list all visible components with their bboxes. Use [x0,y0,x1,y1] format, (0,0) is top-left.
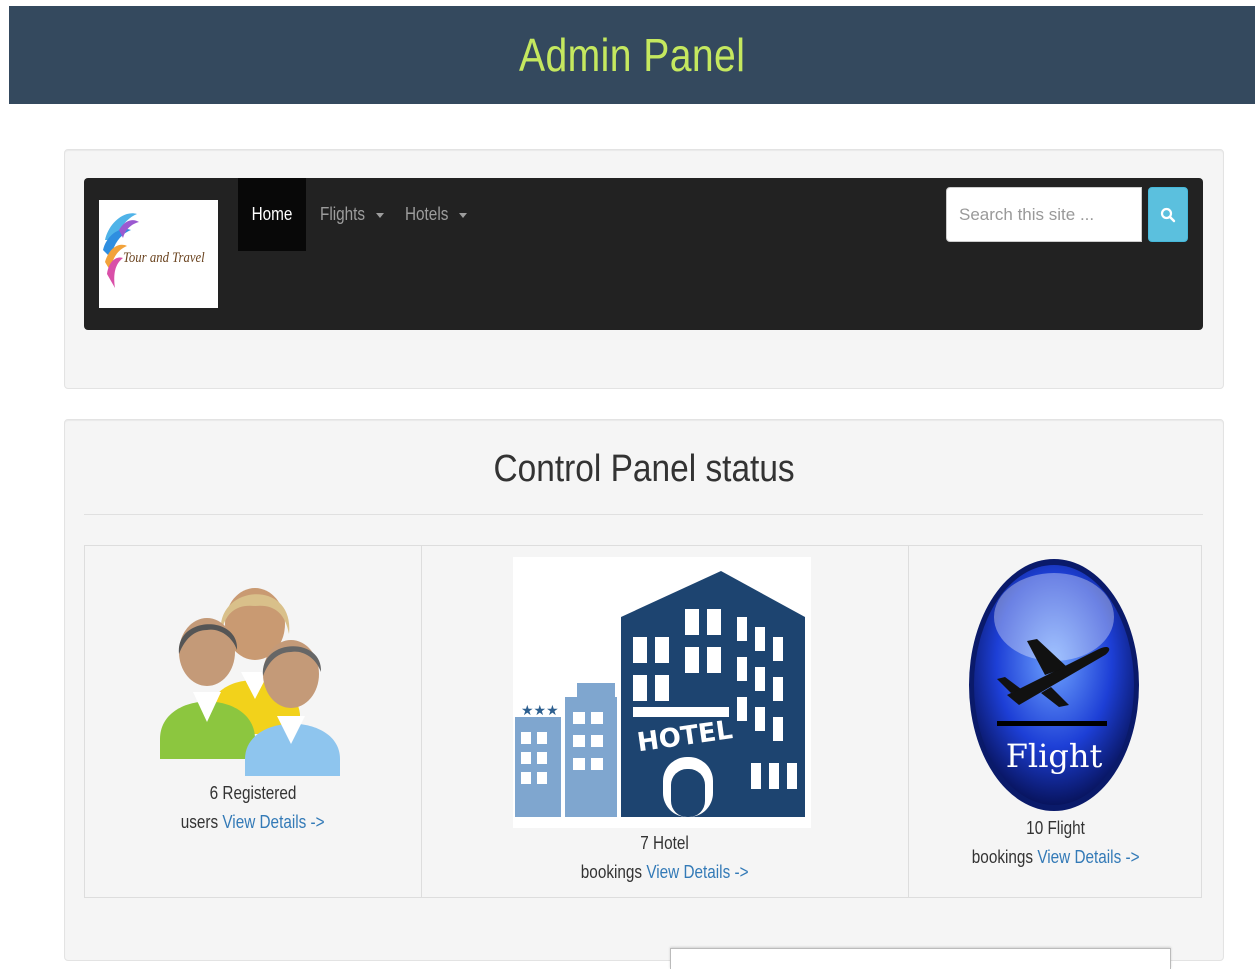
status-well: Control Panel status 6 Registered users … [64,419,1224,969]
divider [84,514,1203,515]
users-view-details-link[interactable]: View Details -> [223,812,325,832]
nav-item-home-label: Home [251,204,293,224]
status-card-users: 6 Registered users View Details -> [85,546,422,897]
hotels-caption: 7 Hotel bookings View Details -> [421,829,908,887]
hotels-view-details-link[interactable]: View Details -> [646,862,748,882]
nav-item-hotels-label: Hotels [405,204,449,224]
hotels-count: 7 Hotel [640,833,689,853]
page-title: Admin Panel [518,29,746,81]
users-icon [160,588,340,776]
site-logo[interactable]: Tour and Travel [99,200,218,308]
section-title-text: Control Panel status [493,448,795,490]
navbar: Tour and Travel Home Flights Hotels [84,178,1203,330]
flights-count: 10 Flight [1026,818,1085,838]
chevron-down-icon [376,212,385,218]
status-card-hotels: ★★★ HOTEL 7 Hotel bookings View Details … [421,546,909,897]
nav-item-hotels[interactable]: Hotels [405,178,468,251]
nav-item-flights-label: Flights [320,204,366,224]
nav-well: Tour and Travel Home Flights Hotels [64,149,1224,389]
section-title: Control Panel status [65,448,1223,491]
logo-text: Tour and Travel [123,250,205,266]
flights-view-details-link[interactable]: View Details -> [1037,847,1139,867]
flight-sign: Flight [1006,737,1103,775]
flights-noun: bookings [971,847,1033,867]
admin-header: Admin Panel [9,6,1255,104]
svg-text:★★★: ★★★ [521,703,559,719]
status-table: 6 Registered users View Details -> ★★★ H… [84,545,1202,898]
hotel-icon: ★★★ HOTEL [513,557,811,828]
search-button[interactable] [1148,187,1188,242]
search-icon [1160,207,1176,222]
flight-icon: Flight [969,559,1139,811]
bottom-panel [670,948,1171,969]
users-caption: 6 Registered users View Details -> [85,779,421,837]
nav-item-home[interactable]: Home [238,178,306,251]
nav-item-flights[interactable]: Flights [320,178,385,251]
status-card-flights: Flight 10 Flight bookings View Details -… [909,546,1202,897]
search-input[interactable] [946,187,1142,242]
hotels-noun: bookings [580,862,642,882]
flights-caption: 10 Flight bookings View Details -> [909,814,1202,872]
users-noun: users [181,812,219,832]
chevron-down-icon [459,212,468,218]
users-count: 6 Registered [209,783,297,803]
